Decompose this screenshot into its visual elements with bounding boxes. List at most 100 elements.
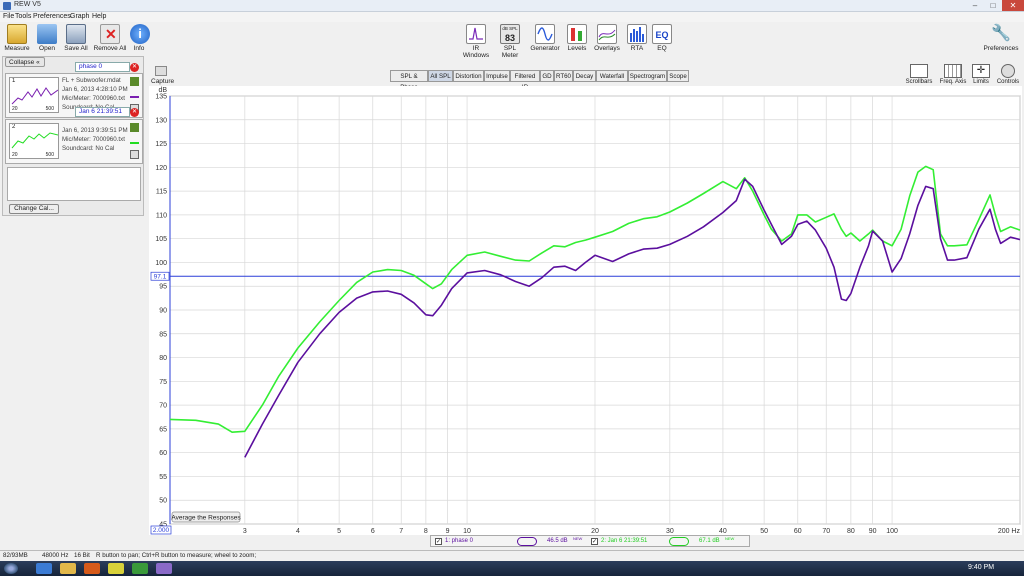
y-tick-label: 95 <box>159 284 167 291</box>
x-tick-label: 7 <box>399 528 403 535</box>
rew-taskbar-icon[interactable] <box>156 563 172 574</box>
measure-button[interactable]: Measure <box>4 24 30 52</box>
x-tick-label: 80 <box>847 528 855 535</box>
menu-preferences[interactable]: Preferences <box>33 13 71 20</box>
tab-scope[interactable]: Scope <box>667 70 689 82</box>
tab-distortion[interactable]: Distortion <box>453 70 484 82</box>
tab-gd[interactable]: GD <box>540 70 554 82</box>
overlays-button[interactable]: Overlays <box>594 24 620 52</box>
remove-measurement-2-icon[interactable]: ✕ <box>130 108 139 117</box>
menu-file[interactable]: File <box>3 13 14 20</box>
y-tick-label: 105 <box>155 236 167 243</box>
open-icon <box>37 24 57 44</box>
clock: 9:40 PM <box>968 564 995 571</box>
remove-all-button[interactable]: ✕ Remove All <box>93 24 127 52</box>
y-tick-label: 65 <box>159 426 167 433</box>
open-button[interactable]: Open <box>35 24 59 52</box>
eq-button[interactable]: EQ EQ <box>652 24 672 52</box>
limits-icon: ✛ <box>972 64 990 78</box>
cursor-value: 97.1 <box>154 274 167 281</box>
chrome-icon[interactable] <box>108 563 124 574</box>
sample-rate-status: 48000 Hz <box>42 552 69 559</box>
tab-rt60[interactable]: RT60 <box>554 70 573 82</box>
info-button[interactable]: i Info <box>130 24 150 52</box>
toolbar: Measure Open Save All ✕ Remove All i Inf… <box>0 22 1024 59</box>
measurement-card-2[interactable]: 2 20 500 Jan 6, 2013 9:39:51 PM Mic/Mete… <box>5 119 143 164</box>
preferences-button[interactable]: 🔧 Preferences <box>982 24 1020 52</box>
tab-all-spl[interactable]: All SPL <box>428 70 453 82</box>
measurements-panel: Collapse « phase 0 ✕ 1 20 500 FL + Subwo… <box>2 56 144 216</box>
series-1-checkbox[interactable]: ✓ <box>435 538 442 545</box>
ie-icon[interactable] <box>36 563 52 574</box>
scrollbars-button[interactable]: Scrollbars <box>904 64 934 85</box>
save-all-button[interactable]: Save All <box>63 24 89 52</box>
tab-impulse[interactable]: Impulse <box>484 70 510 82</box>
levels-button[interactable]: Levels <box>565 24 589 52</box>
x-tick-label: 4 <box>296 528 300 535</box>
spl-meter-button[interactable]: dB SPL 83 SPL Meter <box>496 24 524 59</box>
collapse-arrow-icon: « <box>36 59 40 66</box>
generator-button[interactable]: Generator <box>530 24 560 52</box>
spl-chart[interactable]: 4550556065707580859095100105110115120125… <box>149 86 1022 535</box>
y-tick-label: 80 <box>159 355 167 362</box>
graph-settings-icon[interactable] <box>130 77 139 86</box>
x-tick-label: 50 <box>760 528 768 535</box>
maximize-button[interactable]: □ <box>984 0 1002 11</box>
x-tick-label: 70 <box>822 528 830 535</box>
freq-axis-button[interactable]: Freq. Axis <box>938 64 968 85</box>
x-tick-label: 6 <box>371 528 375 535</box>
menu-graph[interactable]: Graph <box>70 13 89 20</box>
explorer-icon[interactable] <box>60 563 76 574</box>
line-color-icon[interactable] <box>130 90 139 98</box>
menu-help[interactable]: Help <box>92 13 106 20</box>
y-tick-label: 90 <box>159 308 167 315</box>
measure-icon <box>7 24 27 44</box>
legend-series-2-label: 2: Jan 6 21:39:51 <box>601 538 648 544</box>
menu-tools[interactable]: Tools <box>15 13 31 20</box>
y-tick-label: 100 <box>155 260 167 267</box>
change-cal-button[interactable]: Change Cal... <box>9 204 59 214</box>
x-start-value: 2.000 <box>153 527 170 534</box>
limits-button[interactable]: ✛ Limits <box>970 64 992 85</box>
levels-icon <box>567 24 587 44</box>
window-title: REW V5 <box>14 1 41 8</box>
capture-label[interactable]: Capture <box>151 78 174 85</box>
tab-spectrogram[interactable]: Spectrogram <box>628 70 667 82</box>
x-tick-label: 30 <box>666 528 674 535</box>
camera-icon[interactable] <box>155 66 167 76</box>
y-tick-label: 70 <box>159 403 167 410</box>
collapse-button[interactable]: Collapse « <box>5 57 45 67</box>
average-responses-label[interactable]: Average the Responses <box>171 515 241 522</box>
tab-filtered-ir[interactable]: Filtered IR <box>510 70 540 91</box>
y-axis-unit: dB <box>158 87 167 94</box>
x-tick-label: 100 <box>886 528 898 535</box>
notes-icon[interactable] <box>130 150 139 159</box>
graph-settings-icon[interactable] <box>130 123 139 132</box>
controls-button[interactable]: Controls <box>995 64 1021 85</box>
remove-measurement-1-icon[interactable]: ✕ <box>130 63 139 72</box>
line-color-icon[interactable] <box>130 136 139 144</box>
tab-decay[interactable]: Decay <box>573 70 596 82</box>
measurement-1-name-field[interactable]: phase 0 <box>75 62 130 72</box>
minimize-button[interactable]: – <box>966 0 984 11</box>
spl-graph[interactable]: 45 50 55 60 65 70 75 80 85 90 95 100 105 110 115 120 125… <box>149 86 1022 535</box>
media-player-icon[interactable] <box>84 563 100 574</box>
generator-icon <box>535 24 555 44</box>
tab-waterfall[interactable]: Waterfall <box>596 70 628 82</box>
x-tick-label: 40 <box>719 528 727 535</box>
legend-bar: ✓ 1: phase 0 46.5 dB NEW ✓ 2: Jan 6 21:3… <box>430 535 750 547</box>
save-all-icon <box>66 24 86 44</box>
series-1-style-icon[interactable] <box>517 537 537 546</box>
series-2-checkbox[interactable]: ✓ <box>591 538 598 545</box>
spl-meter-icon: dB SPL 83 <box>500 24 520 44</box>
x-tick-label: 5 <box>337 528 341 535</box>
measurement-2-name-field[interactable]: Jan 6 21:39:51 <box>75 107 130 117</box>
x-tick-label: 200 Hz <box>998 528 1021 535</box>
app-icon-green[interactable] <box>132 563 148 574</box>
tab-spl-phase[interactable]: SPL & Phase <box>390 70 428 91</box>
ir-windows-button[interactable]: IR Windows <box>459 24 493 59</box>
rta-button[interactable]: RTA <box>627 24 647 52</box>
series-2-style-icon[interactable] <box>669 537 689 546</box>
start-icon[interactable] <box>4 563 18 574</box>
close-button[interactable]: ✕ <box>1002 0 1024 11</box>
